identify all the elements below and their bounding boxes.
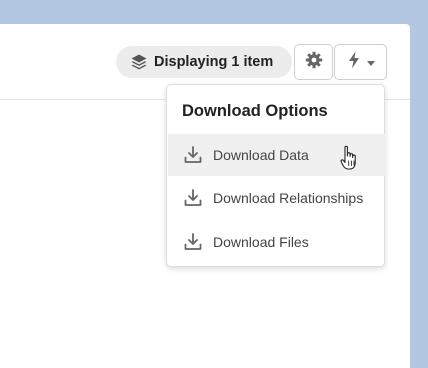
menu-item-download-relationships[interactable]: Download Relationships [168,177,385,219]
download-icon [183,145,203,165]
menu-item-label: Download Data [213,147,309,163]
gear-icon [305,51,323,74]
download-icon [183,232,203,252]
menu-item-download-files[interactable]: Download Files [168,221,385,263]
menu-item-download-data[interactable]: Download Data [168,134,385,176]
download-options-menu: Download Options Download Data Download … [166,84,385,267]
lightning-icon [347,51,361,74]
caret-down-icon [366,53,375,71]
menu-title: Download Options [182,102,328,120]
display-count-badge: Displaying 1 item [116,46,292,78]
display-count-label: Displaying 1 item [154,54,274,70]
menu-item-label: Download Relationships [213,190,364,206]
menu-item-label: Download Files [213,234,309,250]
settings-button[interactable] [294,44,333,80]
layers-icon [130,53,148,71]
download-icon [183,188,203,208]
actions-dropdown-button[interactable] [334,44,387,80]
